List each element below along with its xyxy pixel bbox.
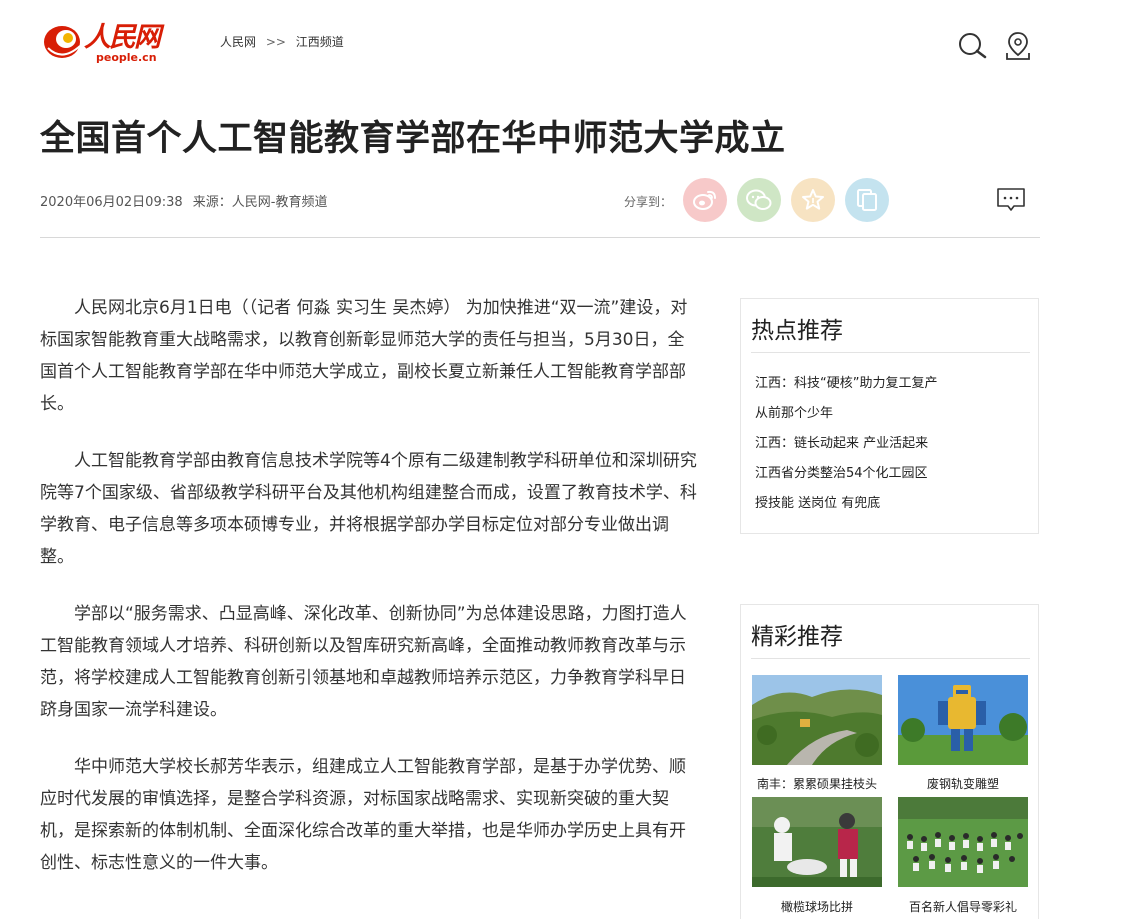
featured-title: 精彩推荐 xyxy=(751,624,843,650)
featured-image-rugby[interactable] xyxy=(752,797,882,887)
article-paragraph: 华中师范大学校长郝芳华表示，组建成立人工智能教育学部，是基于办学优势、顺应时代发… xyxy=(40,757,686,873)
share-copy-button[interactable] xyxy=(845,178,889,222)
breadcrumb-separator: >> xyxy=(265,35,286,49)
featured-panel: 精彩推荐 南丰：累累硕果挂枝头 废钢轨变雕塑 橄榄球场比拼 百名新人倡导零彩礼 xyxy=(740,604,1039,919)
featured-image-sculpture[interactable] xyxy=(898,675,1028,765)
people-logo[interactable]: 人民网 people.cn xyxy=(42,18,162,68)
search-icon xyxy=(959,33,987,59)
article-paragraph: 学部以“服务需求、凸显高峰、深化改革、创新协同”为总体建设思路，力图打造人工智能… xyxy=(40,604,687,720)
weibo-icon xyxy=(693,190,716,210)
featured-caption[interactable]: 橄榄球场比拼 xyxy=(752,898,882,915)
header-divider xyxy=(40,237,1040,238)
favorite-icon xyxy=(802,189,824,210)
article-source: 来源：人民网-教育频道 xyxy=(192,195,328,210)
hot-title-divider xyxy=(751,352,1030,353)
comment-button[interactable] xyxy=(996,187,1026,213)
featured-title-divider xyxy=(751,658,1030,659)
hot-item-link[interactable]: 江西：链长动起来 产业活起来 xyxy=(755,429,937,459)
logo-swirl-icon xyxy=(44,26,81,58)
share-label: 分享到： xyxy=(624,195,673,209)
breadcrumb-channel-link[interactable]: 江西频道 xyxy=(296,35,344,49)
hot-recommend-panel: 热点推荐 江西：科技“硬核”助力复工复产 从前那个少年 江西：链长动起来 产业活… xyxy=(740,298,1039,534)
search-button[interactable] xyxy=(957,30,989,62)
article-paragraph: 人工智能教育学部由教育信息技术学院等4个原有二级建制教学科研单位和深圳研究院等7… xyxy=(40,451,697,567)
logo-en-text: people.cn xyxy=(96,51,157,64)
featured-image-orchard[interactable] xyxy=(752,675,882,765)
comment-icon xyxy=(997,188,1025,211)
share-favorite-button[interactable] xyxy=(791,178,835,222)
hot-item-link[interactable]: 江西：科技“硬核”助力复工复产 xyxy=(755,369,937,399)
logo-cn-text: 人民网 xyxy=(84,22,161,53)
share-weibo-button[interactable] xyxy=(683,178,727,222)
article-paragraph: 人民网北京6月1日电（（记者 何淼 实习生 吴杰婷） 为加快推进“双一流”建设，… xyxy=(40,298,688,414)
hot-item-link[interactable]: 从前那个少年 xyxy=(755,399,937,429)
breadcrumb-home-link[interactable]: 人民网 xyxy=(220,35,256,49)
wechat-icon xyxy=(746,189,772,210)
article-datetime: 2020年06月02日09:38 xyxy=(40,195,183,210)
hot-recommend-title: 热点推荐 xyxy=(751,318,843,344)
article-body: 人民网北京6月1日电（（记者 何淼 实习生 吴杰婷） 为加快推进“双一流”建设，… xyxy=(40,292,700,904)
featured-caption[interactable]: 废钢轨变雕塑 xyxy=(898,775,1028,792)
site-header: 人民网 people.cn 人民网 >> 江西频道 xyxy=(0,0,1140,90)
breadcrumb: 人民网 >> 江西频道 xyxy=(220,33,350,50)
location-icon xyxy=(1006,32,1030,60)
share-wechat-button[interactable] xyxy=(737,178,781,222)
article-title: 全国首个人工智能教育学部在华中师范大学成立 xyxy=(40,119,786,159)
featured-caption[interactable]: 南丰：累累硕果挂枝头 xyxy=(752,775,882,792)
featured-caption[interactable]: 百名新人倡导零彩礼 xyxy=(898,898,1028,915)
hot-item-link[interactable]: 授技能 送岗位 有兜底 xyxy=(755,489,937,519)
location-button[interactable] xyxy=(1002,30,1034,62)
featured-image-cycling[interactable] xyxy=(898,797,1028,887)
copy-icon xyxy=(857,189,877,211)
article-meta: 2020年06月02日09:38 来源：人民网-教育频道 xyxy=(40,191,333,210)
hot-list: 江西：科技“硬核”助力复工复产 从前那个少年 江西：链长动起来 产业活起来 江西… xyxy=(755,369,937,519)
hot-item-link[interactable]: 江西省分类整治54个化工园区 xyxy=(755,459,937,489)
